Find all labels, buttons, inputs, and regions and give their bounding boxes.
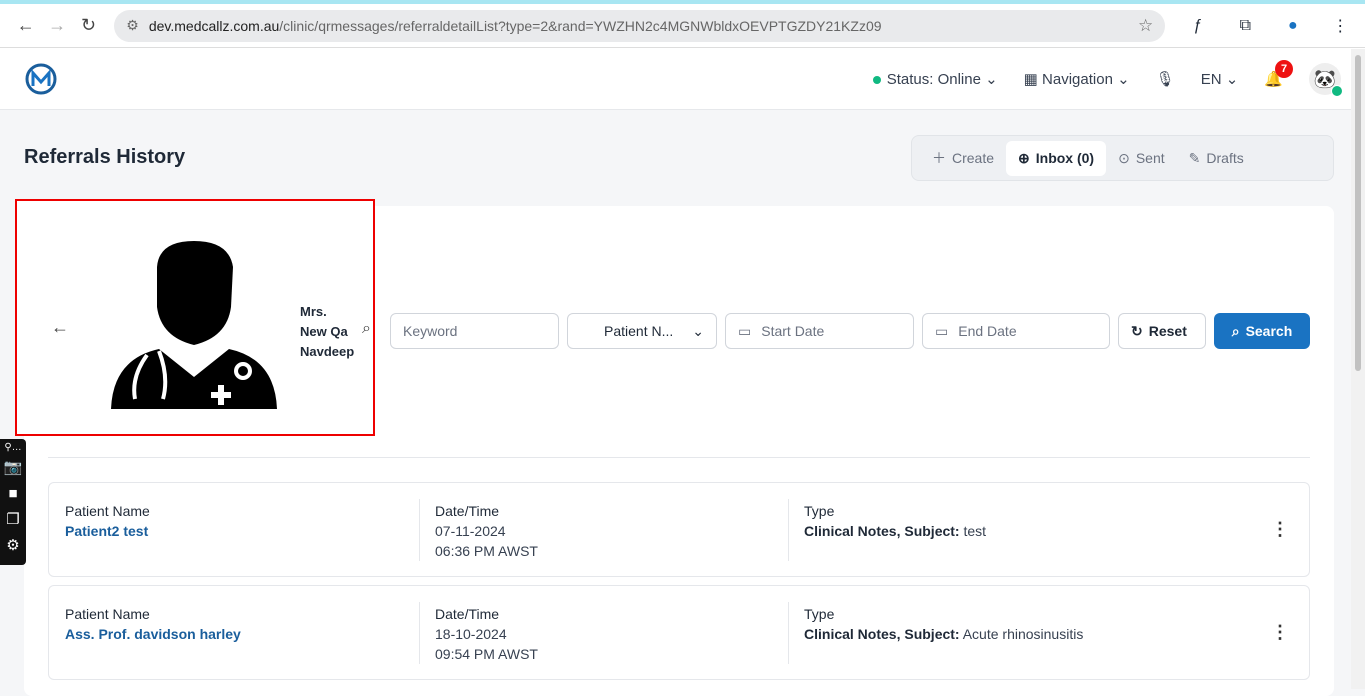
patient-link[interactable]: Patient2 test [65, 521, 150, 541]
keyword-input[interactable]: Keyword [390, 313, 559, 349]
tab-create[interactable]: ＋ Create [920, 139, 1006, 177]
menu-icon[interactable]: ⋮ [1326, 16, 1355, 36]
page-title: Referrals History [24, 146, 186, 168]
download-icon: ⊕ [1018, 149, 1030, 166]
doctor-avatar-icon [111, 241, 277, 409]
grid-icon: ▦ [1023, 70, 1038, 88]
tab-inbox[interactable]: ⊕ Inbox (0) [1006, 140, 1107, 176]
search-button[interactable]: ⌕ Search [1214, 313, 1310, 349]
forward-icon[interactable]: → [41, 15, 72, 36]
settings-gear-icon[interactable]: ⚙ [0, 533, 26, 559]
referral-row[interactable]: Patient Name Patient2 test Date/Time 07-11… [48, 482, 1310, 577]
video-icon[interactable]: ■ [0, 481, 26, 507]
doctor-name: Mrs. New Qa Navdeep [300, 304, 355, 359]
refresh-icon: ↻ [1131, 322, 1143, 339]
screen-capture-toolbar: ⚲… 📷 ■ ❐ ⚙ [0, 439, 26, 565]
address-bar[interactable]: ⚙ dev.medcallz.com.au/clinic/qrmessages/… [114, 9, 1166, 42]
calendar-icon: ▭ [935, 322, 949, 339]
chevron-down-icon: ⌄ [692, 322, 704, 339]
divider [48, 457, 1310, 458]
status-dropdown[interactable]: Status: Online ⌄ [872, 70, 998, 88]
notification-badge: 7 [1275, 59, 1293, 78]
browser-toolbar: ← → ↻ ⚙ dev.medcallz.com.au/clinic/qrmes… [0, 4, 1365, 48]
back-icon[interactable]: ← [10, 15, 41, 36]
site-settings-icon[interactable]: ⚙ [126, 17, 139, 34]
more-options-icon[interactable]: ⋮ [1271, 622, 1289, 643]
upload-icon: ⊙ [1118, 149, 1130, 166]
avatar[interactable]: 🐼 [1309, 62, 1343, 97]
plus-icon: ＋ [932, 150, 946, 166]
reset-button[interactable]: ↻ Reset [1118, 313, 1206, 349]
referral-row[interactable]: Patient Name Ass. Prof. davidson harley D… [48, 585, 1310, 680]
language-dropdown[interactable]: EN ⌄ [1201, 70, 1239, 88]
search-icon: ⌕ [362, 320, 371, 337]
search-icon: ⌕ [1231, 322, 1240, 339]
tab-drafts[interactable]: ✎ Drafts [1177, 141, 1256, 176]
scrollbar[interactable] [1351, 49, 1365, 689]
referral-tabs: ＋ Create ⊕ Inbox (0) ⊙ Sent ✎ Drafts [911, 135, 1334, 181]
start-date-input[interactable]: ▭ Start Date [725, 313, 914, 349]
tab-sent[interactable]: ⊙ Sent [1106, 141, 1177, 176]
windows-icon[interactable]: ❐ [0, 507, 26, 533]
navigation-dropdown[interactable]: ▦ Navigation ⌄ [1024, 70, 1130, 88]
pen-icon: ✎ [1188, 149, 1201, 166]
more-options-icon[interactable]: ⋮ [1271, 519, 1289, 540]
microphone-icon[interactable]: 🎙 [1156, 70, 1175, 88]
patient-link[interactable]: Ass. Prof. davidson harley [65, 624, 241, 644]
puzzle-icon[interactable]: ⧉ [1231, 17, 1260, 35]
notifications-button[interactable]: 🔔 7 [1264, 59, 1293, 88]
bookmark-star-icon[interactable]: ☆ [1138, 16, 1153, 36]
calendar-icon: ▭ [738, 322, 752, 339]
end-date-input[interactable]: ▭ End Date [922, 313, 1110, 349]
patient-select[interactable]: Patient N... ⌄ [567, 313, 717, 349]
extension-icon[interactable]: ƒ [1183, 17, 1212, 35]
medcallz-logo[interactable] [24, 62, 58, 96]
back-arrow-icon[interactable]: ← [51, 317, 69, 338]
link-more-icon[interactable]: ⚲… [0, 441, 26, 455]
app-header: Status: Online ⌄ ▦ Navigation ⌄ 🎙 EN ⌄ 🔔… [0, 48, 1365, 110]
camera-icon[interactable]: 📷 [0, 455, 26, 481]
reload-icon[interactable]: ↻ [73, 15, 104, 36]
profile-icon[interactable]: ● [1278, 17, 1307, 35]
